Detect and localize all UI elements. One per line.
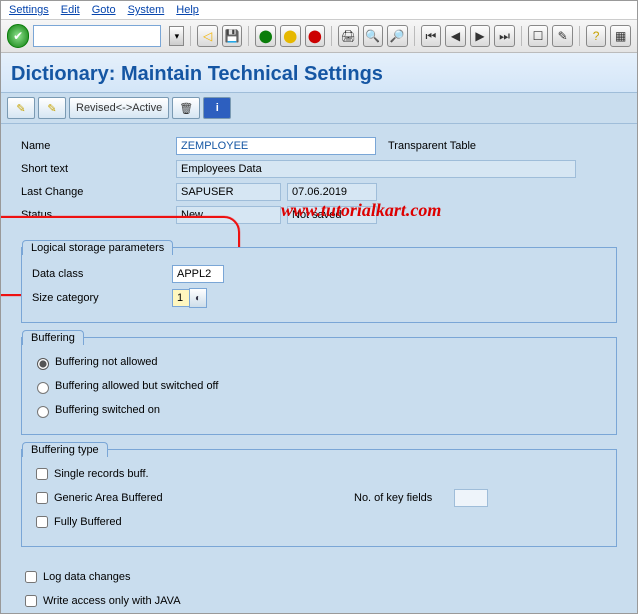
application-toolbar: ✔ ▾ ◁ 💾 ⬤ ⬤ ⬤ 🖨 🔍 🔎 ⏮ ◀ ▶ ⏭ ☐ ✎ ? ▦	[1, 20, 637, 53]
buffering-type-groupbox: Buffering type Single records buff. Gene…	[21, 449, 617, 547]
layout-button[interactable]: ▦	[610, 25, 631, 47]
info-button[interactable]: i	[203, 97, 231, 119]
sizecat-label: Size category	[32, 292, 172, 304]
buffering-groupbox: Buffering Buffering not allowed Bufferin…	[21, 337, 617, 435]
nav-exit-button[interactable]: ⬤	[280, 25, 301, 47]
radio-label-on: Buffering switched on	[55, 404, 160, 416]
storage-groupbox: Logical storage parameters Data class AP…	[21, 247, 617, 323]
menu-goto[interactable]: Goto	[92, 4, 116, 16]
shortcut-button[interactable]: ✎	[552, 25, 573, 47]
dataclass-field[interactable]: APPL2	[172, 265, 224, 283]
lastchange-date: 07.06.2019	[287, 183, 377, 201]
toolbar-separator	[414, 26, 415, 46]
find-next-button[interactable]: 🔎	[387, 25, 408, 47]
check-label-fully: Fully Buffered	[54, 516, 122, 528]
dataclass-label: Data class	[32, 268, 172, 280]
menu-system[interactable]: System	[128, 4, 165, 16]
status-label: Status	[21, 209, 176, 221]
revised-active-button[interactable]: Revised<->Active	[69, 97, 169, 119]
check-fully-buffered[interactable]	[36, 516, 48, 528]
toolbar-separator	[190, 26, 191, 46]
new-session-button[interactable]: ☐	[528, 25, 549, 47]
print-button[interactable]: 🖨	[338, 25, 359, 47]
f4-help-icon[interactable]: ◐	[189, 288, 207, 308]
radio-buffering-allowed-off[interactable]	[37, 382, 49, 394]
menu-help[interactable]: Help	[176, 4, 199, 16]
toolbar-separator	[579, 26, 580, 46]
shorttext-value: Employees Data	[176, 160, 576, 178]
check-label-generic: Generic Area Buffered	[54, 492, 354, 504]
lastchange-user: SAPUSER	[176, 183, 281, 201]
find-button[interactable]: 🔍	[363, 25, 384, 47]
help-button[interactable]: ?	[586, 25, 607, 47]
nokey-field[interactable]	[454, 489, 488, 507]
save-button[interactable]: 💾	[222, 25, 243, 47]
check-write-java[interactable]	[25, 595, 37, 607]
shorttext-label: Short text	[21, 163, 176, 175]
status-value: New	[176, 206, 281, 224]
last-page-button[interactable]: ⏭	[494, 25, 515, 47]
toolbar-separator	[331, 26, 332, 46]
menu-bar: Settings Edit Goto System Help	[1, 1, 637, 20]
toolbar-separator	[248, 26, 249, 46]
watermark: www.tutorialkart.com	[281, 200, 441, 221]
check-label-log: Log data changes	[43, 571, 130, 583]
buffering-legend: Buffering	[22, 330, 84, 345]
check-label-single: Single records buff.	[54, 468, 149, 480]
activate-button[interactable]: ✎	[38, 97, 66, 119]
nav-cancel-button[interactable]: ⬤	[305, 25, 326, 47]
sub-toolbar: ✎ ✎ Revised<->Active 🗑 i	[1, 93, 637, 124]
check-single-records[interactable]	[36, 468, 48, 480]
nav-back-button[interactable]: ⬤	[255, 25, 276, 47]
content-area: Name ZEMPLOYEE Transparent Table Short t…	[1, 124, 637, 614]
prev-page-button[interactable]: ◀	[445, 25, 466, 47]
name-type-label: Transparent Table	[388, 140, 476, 152]
storage-legend: Logical storage parameters	[22, 240, 173, 255]
check-log-data-changes[interactable]	[25, 571, 37, 583]
radio-label-allowed-off: Buffering allowed but switched off	[55, 380, 218, 392]
toolbar-separator	[521, 26, 522, 46]
lastchange-label: Last Change	[21, 186, 176, 198]
first-page-button[interactable]: ⏮	[421, 25, 442, 47]
radio-buffering-on[interactable]	[37, 406, 49, 418]
buffering-type-legend: Buffering type	[22, 442, 108, 457]
check-label-java: Write access only with JAVA	[43, 595, 181, 607]
delete-button[interactable]: 🗑	[172, 97, 200, 119]
radio-buffering-not-allowed[interactable]	[37, 358, 49, 370]
name-label: Name	[21, 140, 176, 152]
page-title: Dictionary: Maintain Technical Settings	[1, 53, 637, 93]
enter-button[interactable]: ✔	[7, 24, 29, 48]
nokey-label: No. of key fields	[354, 492, 432, 504]
next-page-button[interactable]: ▶	[470, 25, 491, 47]
radio-label-not-allowed: Buffering not allowed	[55, 356, 158, 368]
command-field[interactable]	[33, 25, 161, 47]
name-value: ZEMPLOYEE	[176, 137, 376, 155]
app-window: Settings Edit Goto System Help ✔ ▾ ◁ 💾 ⬤…	[0, 0, 638, 614]
command-dropdown[interactable]: ▾	[169, 26, 184, 46]
check-button[interactable]: ✎	[7, 97, 35, 119]
menu-settings[interactable]: Settings	[9, 4, 49, 16]
check-generic-area[interactable]	[36, 492, 48, 504]
sizecat-field[interactable]: 1	[172, 289, 190, 307]
menu-edit[interactable]: Edit	[61, 4, 80, 16]
back-button[interactable]: ◁	[197, 25, 218, 47]
